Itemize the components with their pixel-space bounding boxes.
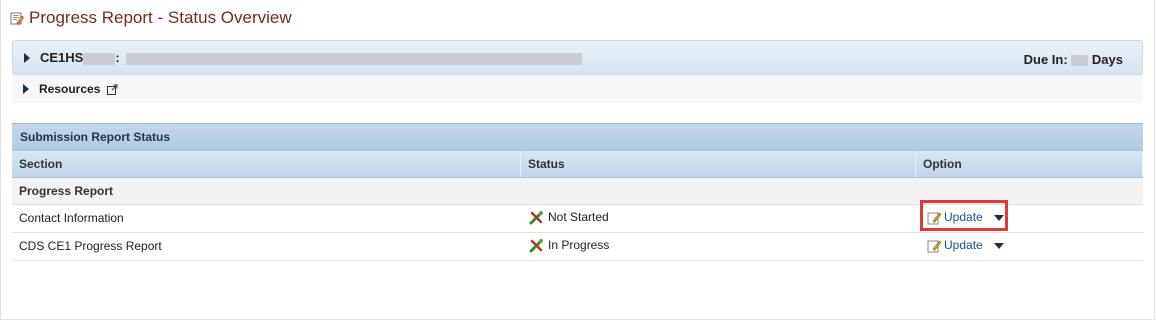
row-status: Not Started [521, 203, 916, 232]
status-wrench-icon [529, 211, 543, 225]
column-header-status: Status [521, 151, 916, 177]
group-row-progress-report: Progress Report [12, 178, 1143, 205]
expand-arrow-icon[interactable] [24, 52, 30, 63]
redacted-block [83, 52, 116, 65]
update-link[interactable]: Update [927, 204, 983, 231]
grant-code: CE1HS: [40, 50, 583, 65]
redacted-title [126, 52, 583, 65]
table-row: Contact Information Not Started Update [12, 200, 1143, 233]
row-option: Update [916, 231, 1143, 260]
row-section: Contact Information [19, 211, 124, 225]
edit-pencil-icon [927, 240, 942, 253]
update-dropdown-icon[interactable] [993, 242, 1004, 249]
status-wrench-icon [529, 239, 543, 253]
column-header-option: Option [916, 151, 1143, 177]
row-option: Update [916, 200, 1143, 232]
due-in-label: Due In: Days [1023, 52, 1123, 67]
resources-row[interactable]: Resources [12, 75, 1143, 103]
resources-label[interactable]: Resources [39, 82, 100, 96]
status-text: Not Started [548, 210, 609, 224]
edit-pencil-icon [927, 212, 942, 225]
update-link[interactable]: Update [927, 232, 983, 259]
row-status: In Progress [521, 231, 916, 260]
page-title: Progress Report - Status Overview [10, 8, 292, 28]
report-edit-icon [10, 12, 24, 25]
page-title-text: Progress Report - Status Overview [29, 8, 292, 27]
table-row: CDS CE1 Progress Report In Progress Upda… [12, 233, 1143, 261]
grant-header-bar[interactable]: CE1HS: Due In: Days [12, 40, 1143, 75]
column-header-section: Section [12, 151, 521, 177]
external-link-icon[interactable] [107, 84, 118, 95]
table-title: Submission Report Status [12, 123, 1143, 150]
redacted-days [1071, 55, 1089, 67]
expand-arrow-icon[interactable] [23, 84, 29, 94]
status-text: In Progress [548, 238, 610, 252]
row-section: CDS CE1 Progress Report [19, 239, 162, 253]
submission-status-table: Submission Report Status Section Status … [12, 123, 1143, 261]
update-dropdown-icon[interactable] [993, 214, 1004, 221]
table-header: Section Status Option [12, 150, 1143, 178]
